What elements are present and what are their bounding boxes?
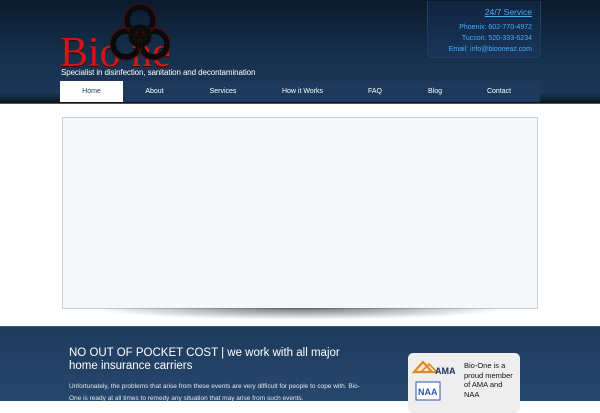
nav-faq[interactable]: FAQ xyxy=(346,81,404,102)
membership-logos: AMA NAA xyxy=(412,360,456,401)
nav-how-it-works[interactable]: How it Works xyxy=(259,81,346,102)
phoenix-phone[interactable]: Phoenix: 602-770-4972 xyxy=(459,24,532,31)
headline: NO OUT OF POCKET COST | we work with all… xyxy=(69,347,340,372)
ama-logo-icon: AMA xyxy=(412,360,456,376)
membership-text: Bio-One is a proud member of AMA and NAA xyxy=(464,361,513,399)
nav-blog[interactable]: Blog xyxy=(404,81,466,102)
tagline: Specialist in disinfection, sanitation a… xyxy=(61,68,256,77)
intro-paragraph: Unfortunately, the problems that arise f… xyxy=(69,383,360,402)
service-link[interactable]: 24/7 Service xyxy=(485,7,532,17)
image-slider[interactable] xyxy=(62,117,538,309)
tucson-phone[interactable]: Tucson: 520-333-6234 xyxy=(462,35,532,42)
nav-about[interactable]: About xyxy=(123,81,186,102)
email-link[interactable]: Email: info@biooneaz.com xyxy=(449,46,532,53)
biohazard-icon xyxy=(110,3,170,61)
main-nav: Home About Services How it Works FAQ Blo… xyxy=(60,81,540,102)
nav-contact[interactable]: Contact xyxy=(466,81,532,102)
contact-box: 24/7 Service Phoenix: 602-770-4972 Tucso… xyxy=(427,1,541,58)
ama-label: AMA xyxy=(435,366,456,376)
membership-box: AMA NAA Bio-One is a proud member of AMA… xyxy=(408,353,520,413)
nav-services[interactable]: Services xyxy=(187,81,259,102)
naa-label: NAA xyxy=(418,387,438,397)
nav-home[interactable]: Home xyxy=(60,81,123,102)
naa-logo-icon: NAA xyxy=(415,381,441,401)
slider-shadow xyxy=(90,308,510,320)
